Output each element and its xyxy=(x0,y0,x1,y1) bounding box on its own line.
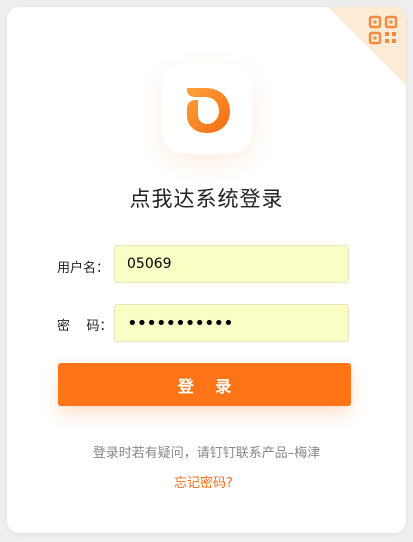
page-title: 点我达系统登录 xyxy=(129,187,284,211)
qr-login-toggle[interactable] xyxy=(328,7,406,85)
qr-code-icon[interactable] xyxy=(368,15,398,45)
dianwoda-logo-icon xyxy=(187,88,230,133)
username-label: 用户名： xyxy=(57,261,110,276)
app-logo xyxy=(162,64,252,154)
support-hint: 登录时若有疑问，请钉钉联系产品–梅津 xyxy=(92,446,321,461)
forgot-password-link[interactable]: 忘记密码? xyxy=(0,472,407,491)
login-button[interactable]: 登 录 xyxy=(58,363,351,406)
password-label: 密 码： xyxy=(57,319,113,334)
password-input[interactable] xyxy=(114,304,349,342)
username-input[interactable] xyxy=(114,245,349,283)
